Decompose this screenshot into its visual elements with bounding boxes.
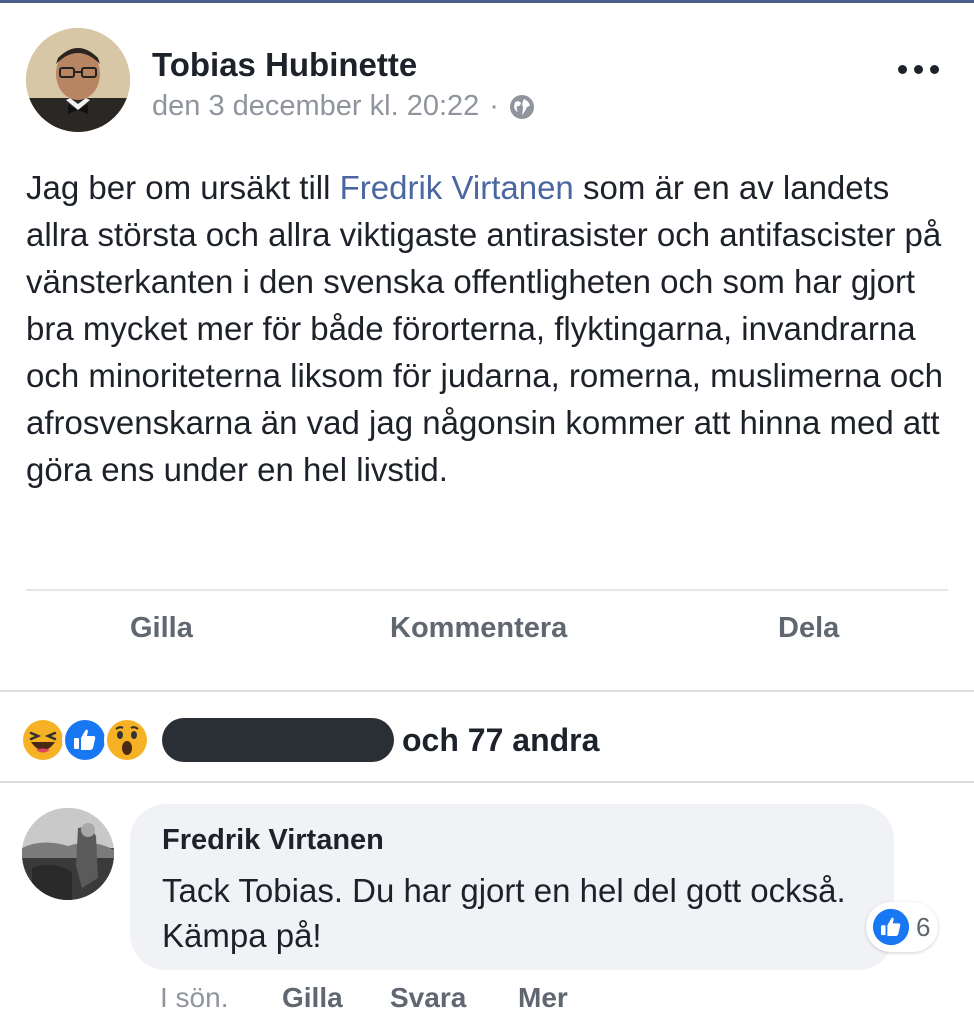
post-body-text-end: som är en av landets allra största och a… [26,169,944,488]
post-body-text-start: Jag ber om ursäkt till [26,169,340,206]
comment-reply-button[interactable]: Svara [390,982,518,1014]
reaction-others-count[interactable]: och 77 andra [402,722,599,759]
comment-actions: I sön. Gilla Svara Mer [160,982,568,1014]
post-timestamp[interactable]: den 3 december kl. 20:22 [152,90,479,123]
comment-like-number: 6 [916,911,931,942]
author-avatar[interactable] [26,28,130,132]
wow-icon [104,717,150,763]
post-divider [26,589,948,591]
post-body: Jag ber om ursäkt till Fredrik Virtanen … [26,164,956,493]
top-border [0,0,974,3]
comment-author[interactable]: Fredrik Virtanen [162,824,384,857]
share-button[interactable]: Dela [778,612,839,645]
comment-more-button[interactable]: Mer [518,982,568,1014]
more-dots-icon[interactable] [896,54,942,84]
commenter-avatar[interactable] [22,808,114,900]
actions-divider [0,690,974,692]
meta-separator: · [489,90,499,122]
reactions-summary[interactable]: och 77 andra [20,716,599,764]
comment-like-button[interactable]: Gilla [282,982,390,1014]
comment-text: Tack Tobias. Du har gjort en hel del got… [162,872,846,954]
mention-link[interactable]: Fredrik Virtanen [340,169,574,206]
post-author-name[interactable]: Tobias Hubinette [152,46,417,84]
comment-bubble: Fredrik Virtanen Tack Tobias. Du har gjo… [130,804,894,970]
post-actions: Gilla Kommentera Dela [0,612,974,672]
comment-time[interactable]: I sön. [160,982,282,1014]
post-header: Tobias Hubinette den 3 december kl. 20:2… [26,28,946,138]
comment-like-count[interactable]: 6 [866,902,939,952]
comment-button[interactable]: Kommentera [390,612,567,645]
haha-icon [20,717,66,763]
globe-icon [509,94,535,120]
redacted-reactor-name [162,718,394,762]
reactions-divider [0,781,974,783]
like-button[interactable]: Gilla [130,612,193,645]
post-meta: den 3 december kl. 20:22 · [152,90,535,123]
like-icon [872,908,910,946]
like-icon [62,717,108,763]
